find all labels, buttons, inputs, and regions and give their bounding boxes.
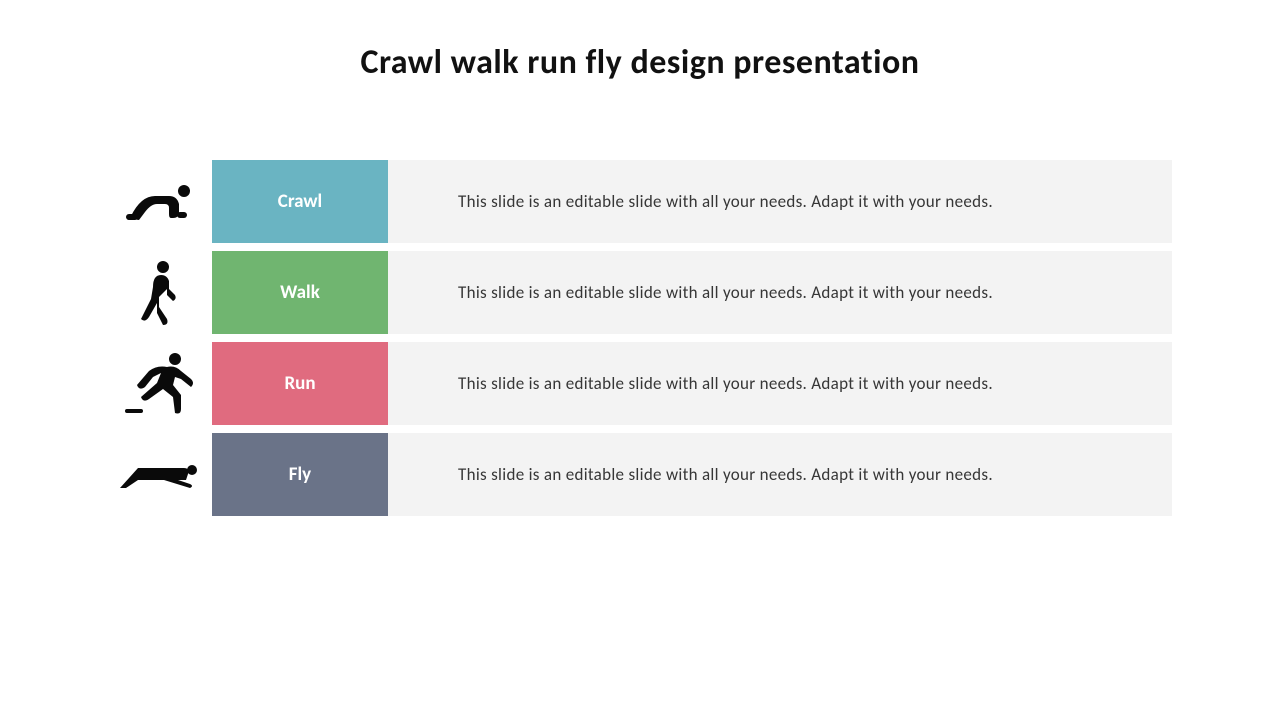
stage-rows: Crawl This slide is an editable slide wi…	[108, 160, 1172, 516]
stage-row-run: Run This slide is an editable slide with…	[108, 342, 1172, 425]
crawl-label: Crawl	[212, 160, 388, 243]
run-icon	[108, 342, 212, 425]
slide-title: Crawl walk run fly design presentation	[0, 0, 1280, 83]
fly-icon	[108, 433, 212, 516]
slide: Crawl walk run fly design presentation C…	[0, 0, 1280, 720]
stage-row-walk: Walk This slide is an editable slide wit…	[108, 251, 1172, 334]
run-label: Run	[212, 342, 388, 425]
fly-description: This slide is an editable slide with all…	[388, 433, 1172, 516]
run-description: This slide is an editable slide with all…	[388, 342, 1172, 425]
fly-label: Fly	[212, 433, 388, 516]
walk-icon	[108, 251, 212, 334]
walk-description: This slide is an editable slide with all…	[388, 251, 1172, 334]
crawl-description: This slide is an editable slide with all…	[388, 160, 1172, 243]
crawl-icon	[108, 160, 212, 243]
stage-row-crawl: Crawl This slide is an editable slide wi…	[108, 160, 1172, 243]
walk-label: Walk	[212, 251, 388, 334]
stage-row-fly: Fly This slide is an editable slide with…	[108, 433, 1172, 516]
